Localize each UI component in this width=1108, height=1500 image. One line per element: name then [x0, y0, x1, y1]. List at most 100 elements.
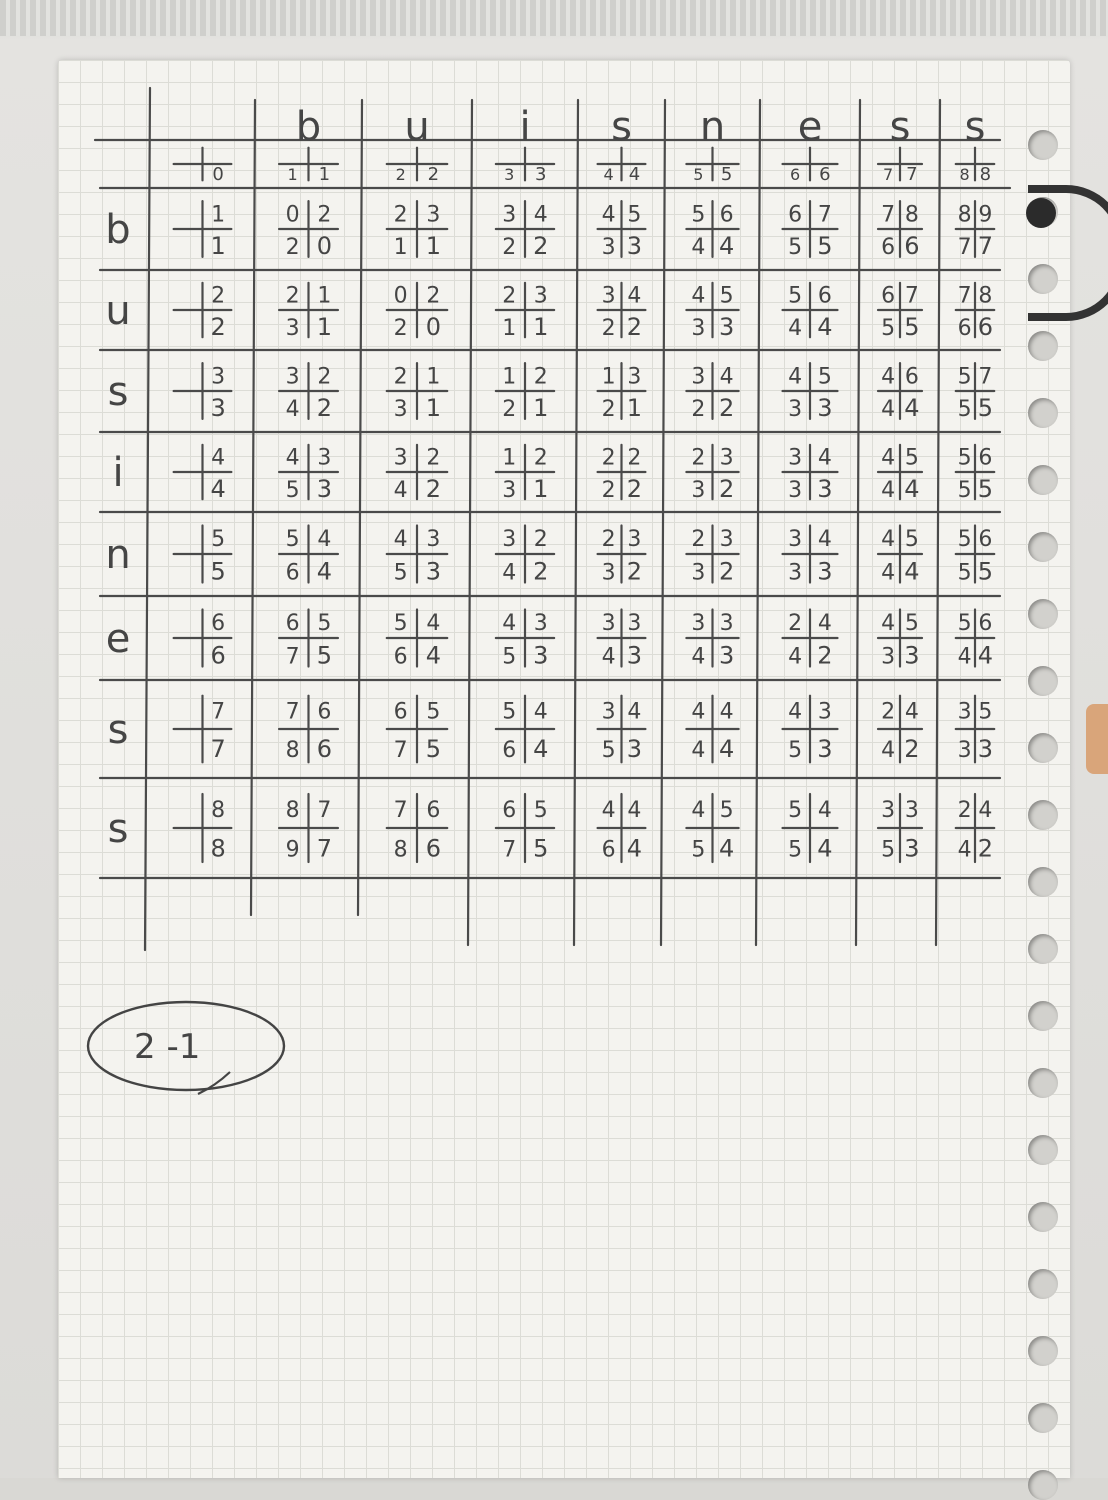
cell-top: 3	[627, 527, 641, 552]
cell-left: 4	[603, 165, 613, 184]
cell-diag: 2	[691, 527, 705, 552]
cell-top: 5	[905, 527, 919, 552]
cell-top: 5	[978, 699, 992, 724]
cell-top: 3	[211, 364, 225, 389]
cell-diag: 5	[691, 202, 705, 227]
cell-left: 4	[691, 645, 705, 670]
cell-left: 6	[502, 738, 516, 763]
cell-left: 4	[881, 478, 895, 503]
cell-top: 4	[627, 284, 641, 309]
top-letter: i	[519, 104, 530, 150]
cell-value: 7	[906, 164, 917, 185]
cell-left: 2	[502, 397, 516, 422]
cell-value: 2	[210, 313, 225, 341]
cell-left: 5	[394, 561, 408, 586]
cell-left: 3	[602, 235, 616, 260]
cell-value: 4	[210, 475, 225, 503]
cell-left: 3	[691, 561, 705, 586]
cell-top: 6	[317, 699, 331, 724]
cell-value: 2	[817, 642, 832, 670]
cell-diag: 2	[691, 446, 705, 471]
cell-left: 3	[602, 561, 616, 586]
cell-diag: 4	[691, 798, 705, 823]
table-column-line	[854, 98, 862, 947]
cell-top: 7	[818, 202, 832, 227]
cell-top: 8	[978, 284, 992, 309]
cell-left: 5	[693, 165, 703, 184]
cell-diag: 7	[958, 284, 972, 309]
cell-top: 5	[627, 202, 641, 227]
cell-top: 2	[627, 446, 641, 471]
cell-value: 1	[210, 232, 225, 260]
cell-value: 3	[627, 642, 642, 670]
cell-left: 3	[788, 397, 802, 422]
cell-top: 2	[211, 284, 225, 309]
cell-left: 8	[286, 738, 300, 763]
table-column-line	[934, 98, 942, 947]
cell-left: 3	[958, 738, 972, 763]
cell-diag: 3	[502, 527, 516, 552]
cell-value: 4	[817, 835, 832, 863]
cell-left: 1	[288, 165, 298, 184]
cell-diag: 5	[788, 798, 802, 823]
cell-value: 1	[627, 394, 642, 422]
cell-value: 3	[719, 313, 734, 341]
cell-left: 3	[504, 165, 514, 184]
cell-top: 6	[978, 446, 992, 471]
cell-diag: 0	[394, 284, 408, 309]
left-letter: s	[108, 369, 129, 415]
top-letter: s	[965, 104, 986, 150]
cell-top: 4	[627, 699, 641, 724]
cell-top: 7	[978, 364, 992, 389]
cell-top: 2	[426, 446, 440, 471]
cell-value: 6	[426, 835, 441, 863]
cell-diag: 2	[286, 284, 300, 309]
top-letter: e	[798, 104, 823, 150]
cell-top: 4	[905, 699, 919, 724]
cell-left: 5	[958, 397, 972, 422]
cell-top: 7	[211, 699, 225, 724]
cell-diag: 4	[286, 446, 300, 471]
cell-diag: 4	[881, 446, 895, 471]
cell-top: 3	[426, 202, 440, 227]
cell-left: 5	[958, 478, 972, 503]
cell-top: 5	[905, 611, 919, 636]
cell-value: 4	[904, 558, 919, 586]
cell-top: 4	[534, 699, 548, 724]
cell-left: 4	[958, 838, 972, 863]
cell-top: 6	[720, 202, 734, 227]
cell-diag: 3	[958, 699, 972, 724]
cell-left: 3	[788, 561, 802, 586]
cell-left: 6	[881, 235, 895, 260]
cell-value: 1	[426, 232, 441, 260]
cell-top: 3	[317, 446, 331, 471]
cell-diag: 4	[691, 284, 705, 309]
cell-left: 4	[286, 397, 300, 422]
cell-value: 1	[317, 313, 332, 341]
cell-diag: 4	[602, 202, 616, 227]
cell-value: 2	[428, 164, 439, 185]
cell-left: 7	[394, 738, 408, 763]
left-letter: e	[106, 616, 131, 662]
cell-value: 8	[210, 835, 225, 863]
cell-value: 5	[978, 394, 993, 422]
cell-value: 5	[317, 642, 332, 670]
cell-value: 5	[978, 558, 993, 586]
cell-value: 4	[904, 475, 919, 503]
cell-left: 3	[502, 478, 516, 503]
cell-value: 3	[317, 475, 332, 503]
cell-top: 9	[978, 202, 992, 227]
cell-top: 2	[534, 446, 548, 471]
cell-left: 7	[958, 235, 972, 260]
cell-top: 5	[720, 798, 734, 823]
cell-left: 2	[602, 478, 616, 503]
cell-diag: 4	[394, 527, 408, 552]
cell-left: 7	[883, 165, 893, 184]
cell-top: 6	[978, 611, 992, 636]
note-text: 2 -1	[134, 1027, 200, 1067]
cell-top: 1	[317, 284, 331, 309]
cell-diag: 3	[602, 699, 616, 724]
cell-top: 4	[426, 611, 440, 636]
cell-diag: 1	[502, 364, 516, 389]
cell-left: 5	[788, 738, 802, 763]
